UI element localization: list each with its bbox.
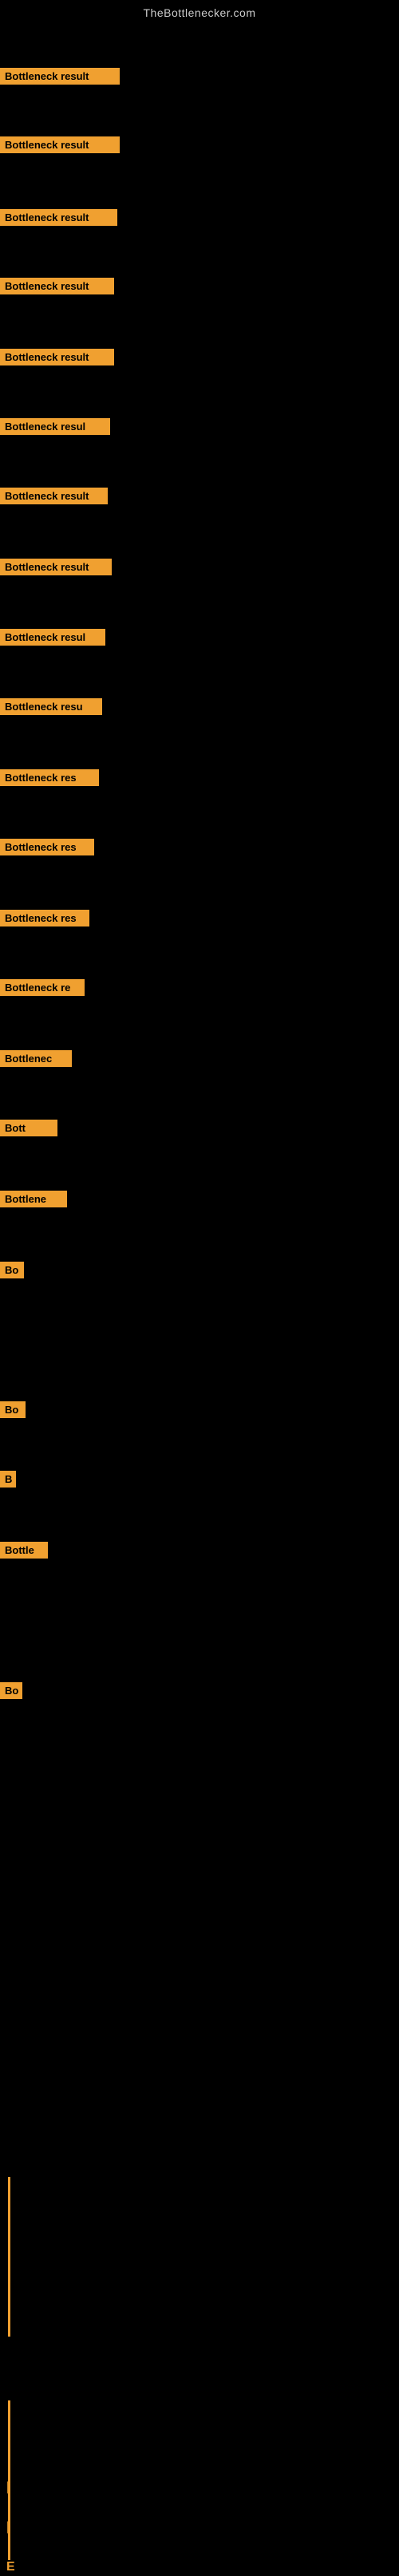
- bottleneck-result-badge: Bottleneck resul: [0, 629, 105, 646]
- bottleneck-result-badge: Bo: [0, 1262, 24, 1278]
- bottleneck-result-badge: Bottleneck resul: [0, 418, 110, 435]
- bottleneck-result-badge: Bottleneck result: [0, 68, 120, 85]
- bottleneck-result-badge: Bo: [0, 1401, 26, 1418]
- bottleneck-result-badge: Bottlenec: [0, 1050, 72, 1067]
- bottleneck-result-badge: B: [0, 1471, 16, 1488]
- bottleneck-result-badge: Bottleneck result: [0, 488, 108, 504]
- bottleneck-result-badge: Bo: [0, 1682, 22, 1699]
- bottleneck-result-badge: Bottleneck result: [0, 136, 120, 153]
- bottleneck-result-badge: Bott: [0, 1120, 57, 1136]
- bottleneck-result-badge: Bottleneck resu: [0, 698, 102, 715]
- bottleneck-result-badge: Bottleneck result: [0, 209, 117, 226]
- bottleneck-result-badge: Bottleneck res: [0, 839, 94, 855]
- bottleneck-result-badge: Bottleneck res: [0, 910, 89, 926]
- bottleneck-result-badge: Bottle: [0, 1542, 48, 1559]
- bottleneck-result-badge: Bottleneck res: [0, 769, 99, 786]
- bottleneck-result-badge: Bottleneck re: [0, 979, 85, 996]
- bottom-mark-2: E: [6, 2560, 15, 2574]
- bottom-mark-0: |: [6, 2480, 10, 2495]
- bottleneck-result-badge: Bottleneck result: [0, 559, 112, 575]
- bottleneck-result-badge: Bottleneck result: [0, 349, 114, 365]
- bottleneck-result-badge: Bottleneck result: [0, 278, 114, 294]
- bottleneck-result-badge: Bottlene: [0, 1191, 67, 1207]
- bottom-mark-1: |: [6, 2520, 10, 2535]
- vertical-bar-1: [8, 2177, 10, 2337]
- site-title: TheBottlenecker.com: [0, 0, 399, 22]
